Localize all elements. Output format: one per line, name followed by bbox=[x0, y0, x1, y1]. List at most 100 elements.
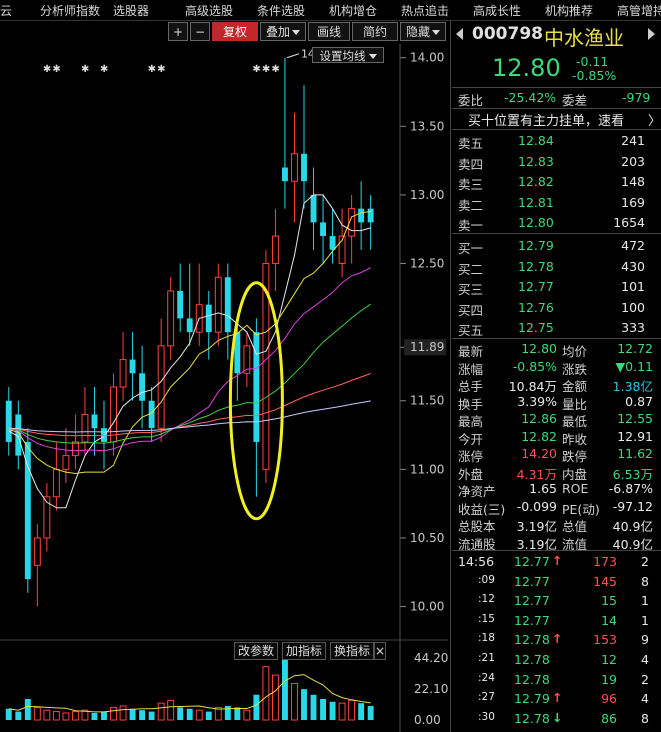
chevron-right-icon: 〉 bbox=[648, 114, 661, 129]
menu-item-1[interactable]: 分析师指数 bbox=[40, 2, 100, 19]
event-star-icon[interactable]: ✱ bbox=[148, 64, 156, 75]
ask-row[interactable]: 卖一 12.80 1654 bbox=[452, 213, 661, 233]
candle-body bbox=[139, 373, 146, 401]
menu-item-7[interactable]: 高成长性 bbox=[473, 2, 521, 19]
ask-row[interactable]: 卖三 12.82 148 bbox=[452, 172, 661, 192]
tick-price: 12.77 bbox=[514, 593, 550, 609]
zoom-out-button[interactable]: − bbox=[190, 22, 210, 41]
candle-body bbox=[167, 290, 175, 347]
volume-tick-label: 0.00 bbox=[414, 713, 441, 727]
volume-bar bbox=[52, 711, 60, 721]
volume-bar bbox=[148, 711, 155, 720]
ask-row[interactable]: 卖四 12.83 203 bbox=[452, 152, 661, 172]
bid-label: 买五 bbox=[458, 323, 484, 339]
volume-bar bbox=[234, 707, 241, 720]
bid-row[interactable]: 买二 12.78 430 bbox=[452, 257, 661, 277]
ask-row[interactable]: 卖二 12.81 169 bbox=[452, 193, 661, 213]
bid-label: 买三 bbox=[458, 282, 484, 298]
price-tick-label: 11.50 bbox=[410, 394, 444, 408]
bid-row[interactable]: 买五 12.75 333 bbox=[452, 318, 661, 338]
draw-line-button[interactable]: 画线 bbox=[308, 22, 350, 41]
weibi-value: -25.42% bbox=[504, 90, 557, 105]
zoom-in-button[interactable]: + bbox=[168, 22, 188, 41]
candle-body bbox=[119, 359, 127, 388]
event-star-icon[interactable]: ✱ bbox=[271, 64, 279, 75]
tick-row: :09 12.77 145 8 bbox=[452, 573, 661, 593]
kline-chart[interactable]: 14.00 13.50 13.00 12.50 11.89 11.50 11.00 10.50… bbox=[0, 44, 448, 732]
event-star-icon[interactable]: ✱ bbox=[252, 64, 260, 75]
tick-time: 14:56 bbox=[458, 554, 495, 569]
set-ma-button[interactable]: 设置均线 bbox=[312, 47, 384, 63]
quote-value: 1.65 bbox=[529, 481, 557, 496]
candle-body bbox=[62, 455, 70, 470]
menu-item-5[interactable]: 机构增仓 bbox=[329, 2, 377, 19]
candle-body bbox=[301, 153, 307, 182]
volume-bar bbox=[91, 712, 98, 720]
fuquan-button[interactable]: 复权 bbox=[212, 22, 258, 41]
menu-item-0[interactable]: 云 bbox=[0, 2, 12, 19]
menu-item-3[interactable]: 高级选股 bbox=[185, 2, 233, 19]
simple-mode-button[interactable]: 简约 bbox=[352, 22, 398, 41]
quote-value: 12.80 bbox=[521, 341, 557, 356]
bid-row[interactable]: 买一 12.79 472 bbox=[452, 236, 661, 256]
event-star-icon[interactable]: ✱ bbox=[52, 64, 60, 75]
weicha-value: -979 bbox=[622, 90, 651, 105]
bid-volume: 333 bbox=[621, 320, 645, 336]
menu-item-2[interactable]: 选股器 bbox=[113, 2, 149, 19]
bid-row[interactable]: 买四 12.76 100 bbox=[452, 298, 661, 318]
candle-body bbox=[33, 537, 41, 566]
menu-item-4[interactable]: 条件选股 bbox=[257, 2, 305, 19]
last-price: 12.80 bbox=[492, 54, 561, 82]
event-star-icon[interactable]: ✱ bbox=[100, 64, 108, 75]
ask-volume: 169 bbox=[621, 194, 645, 210]
candle-body bbox=[157, 345, 165, 429]
overlay-button[interactable]: 叠加 bbox=[260, 22, 306, 41]
menu-item-8[interactable]: 机构推荐 bbox=[545, 2, 593, 19]
tick-price: 12.78 bbox=[514, 710, 550, 726]
bid-price: 12.76 bbox=[518, 299, 554, 315]
ask-volume: 1654 bbox=[613, 215, 645, 231]
volume-bar bbox=[262, 666, 270, 721]
quote-value: 3.39% bbox=[517, 393, 557, 409]
event-star-icon[interactable]: ✱ bbox=[81, 64, 89, 75]
quote-value: -0.099 bbox=[516, 498, 557, 514]
ask-volume: 203 bbox=[621, 153, 645, 169]
bid-row[interactable]: 买三 12.77 101 bbox=[452, 277, 661, 297]
menu-item-6[interactable]: 热点追击 bbox=[401, 2, 449, 19]
event-star-icon[interactable]: ✱ bbox=[157, 64, 165, 75]
panel-divider bbox=[450, 20, 451, 732]
menu-item-9[interactable]: 高管增持 bbox=[617, 2, 661, 19]
volume-bar bbox=[271, 674, 279, 721]
hide-label: 隐藏 bbox=[405, 25, 430, 39]
close-indicator-icon[interactable]: × bbox=[374, 642, 386, 660]
volume-bar bbox=[157, 702, 165, 721]
bid-price: 12.75 bbox=[518, 320, 554, 336]
candle-body bbox=[271, 235, 279, 265]
divider bbox=[452, 550, 661, 551]
hide-button[interactable]: 隐藏 bbox=[400, 22, 446, 41]
ask-label: 卖四 bbox=[458, 156, 484, 172]
next-stock-icon[interactable] bbox=[648, 28, 655, 40]
event-star-icon[interactable]: ✱ bbox=[43, 64, 51, 75]
add-indicator-button[interactable]: 加指标 bbox=[282, 642, 327, 660]
volume-bar bbox=[167, 699, 175, 721]
divider bbox=[452, 129, 661, 130]
promo-link[interactable]: 买十位置有主力挂单，速看 〉 bbox=[452, 109, 661, 129]
event-star-icon[interactable]: ✱ bbox=[262, 64, 270, 75]
prev-stock-icon[interactable] bbox=[456, 28, 463, 40]
switch-indicator-button[interactable]: 换指标 bbox=[330, 642, 375, 660]
tick-volume: 173 bbox=[593, 554, 617, 569]
volume-bar bbox=[33, 706, 41, 721]
candle-body bbox=[186, 318, 193, 333]
edit-params-button[interactable]: 改参数 bbox=[234, 642, 279, 660]
ask-row[interactable]: 卖五 12.84 241 bbox=[452, 131, 661, 151]
candle-body bbox=[52, 468, 60, 498]
candle-body bbox=[310, 194, 317, 223]
stock-name: 中水渔业 bbox=[544, 26, 624, 50]
quote-value: 12.82 bbox=[521, 428, 557, 444]
ask-label: 卖五 bbox=[458, 136, 484, 151]
volume-bar bbox=[101, 711, 107, 720]
ask-label: 卖二 bbox=[458, 197, 484, 213]
tick-row: :12 12.77 15 1 bbox=[452, 592, 661, 612]
candle-body bbox=[358, 208, 365, 223]
